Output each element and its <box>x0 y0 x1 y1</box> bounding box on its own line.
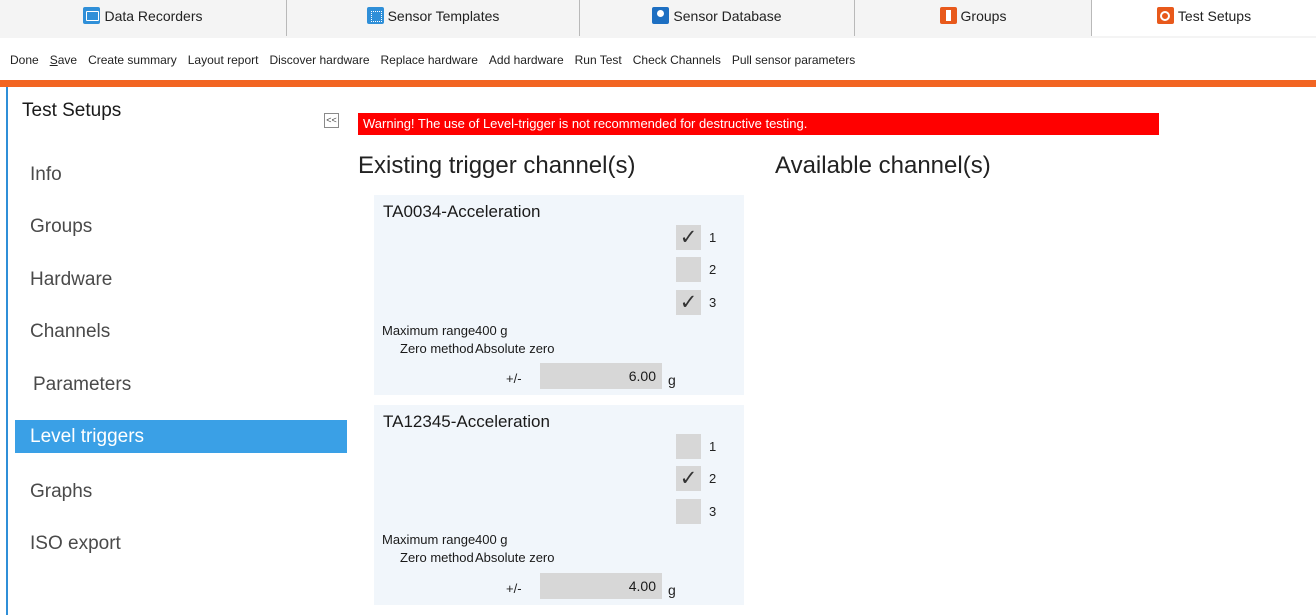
trigger-card: TA12345-Acceleration ✓ 1 ✓ 2 ✓ 3 Maximum… <box>374 405 744 605</box>
sidebar-item-groups[interactable]: Groups <box>15 210 347 243</box>
channel-number: 3 <box>709 295 717 310</box>
groups-icon <box>939 7 957 24</box>
data-recorders-icon <box>83 7 101 24</box>
channel-checkbox[interactable]: ✓ <box>676 290 701 315</box>
tab-sensor-templates[interactable]: Sensor Templates <box>287 0 580 36</box>
channel-number: 3 <box>709 504 717 519</box>
sensor-templates-icon <box>366 7 384 24</box>
threshold-unit: g <box>668 582 676 598</box>
max-range-value: 400 g <box>475 323 508 338</box>
sidebar-item-info[interactable]: Info <box>15 158 347 191</box>
trigger-card: TA0034-Acceleration ✓ 1 ✓ 2 ✓ 3 Maximum … <box>374 195 744 395</box>
channel-checkbox[interactable]: ✓ <box>676 225 701 250</box>
discover-hardware-button[interactable]: Discover hardware <box>269 53 369 67</box>
sidebar-title: Test Setups <box>22 100 122 121</box>
channel-row: ✓ 1 <box>676 434 716 459</box>
tab-label: Test Setups <box>1177 8 1252 24</box>
tab-groups[interactable]: Groups <box>855 0 1092 36</box>
accent-bar <box>0 80 1316 87</box>
add-hardware-button[interactable]: Add hardware <box>489 53 564 67</box>
sidebar-item-hardware[interactable]: Hardware <box>15 263 347 296</box>
pull-sensor-parameters-button[interactable]: Pull sensor parameters <box>732 53 855 67</box>
tab-label: Sensor Database <box>673 8 782 24</box>
channel-checkbox[interactable]: ✓ <box>676 434 701 459</box>
sensor-database-icon <box>652 7 670 24</box>
channel-row: ✓ 2 <box>676 257 716 282</box>
window-frame-edge <box>6 87 8 615</box>
sidebar-item-channels[interactable]: Channels <box>15 315 347 348</box>
run-test-button[interactable]: Run Test <box>575 53 622 67</box>
sensor-title: TA12345-Acceleration <box>383 412 550 431</box>
channel-number: 1 <box>709 230 717 245</box>
tab-label: Sensor Templates <box>387 8 500 24</box>
channel-row: ✓ 2 <box>676 466 716 491</box>
tab-sensor-database[interactable]: Sensor Database <box>580 0 855 36</box>
tab-label: Data Recorders <box>104 8 203 24</box>
max-range-label: Maximum range <box>382 532 476 547</box>
tab-bar: Data Recorders Sensor Templates Sensor D… <box>0 0 1316 38</box>
tab-data-recorders[interactable]: Data Recorders <box>0 0 287 36</box>
channel-row: ✓ 3 <box>676 499 716 524</box>
zero-method-label: Zero method <box>400 341 474 356</box>
channel-checkbox[interactable]: ✓ <box>676 499 701 524</box>
sensor-title: TA0034-Acceleration <box>383 202 541 221</box>
save-label-rest: ave <box>57 53 78 67</box>
tab-label: Groups <box>960 8 1007 24</box>
existing-trigger-channels-heading: Existing trigger channel(s) <box>358 152 636 179</box>
test-setups-icon <box>1156 7 1174 24</box>
tab-test-setups[interactable]: Test Setups <box>1092 0 1316 36</box>
threshold-input[interactable]: 6.00 <box>540 363 662 389</box>
check-channels-button[interactable]: Check Channels <box>633 53 721 67</box>
channel-number: 2 <box>709 471 717 486</box>
max-range-label: Maximum range <box>382 323 476 338</box>
channel-row: ✓ 3 <box>676 290 716 315</box>
plus-minus-label: +/- <box>506 371 522 386</box>
warning-banner: Warning! The use of Level-trigger is not… <box>358 113 1159 135</box>
threshold-input[interactable]: 4.00 <box>540 573 662 599</box>
replace-hardware-button[interactable]: Replace hardware <box>381 53 478 67</box>
max-range-value: 400 g <box>475 532 508 547</box>
channel-checkbox[interactable]: ✓ <box>676 466 701 491</box>
sidebar-item-parameters[interactable]: Parameters <box>15 368 347 401</box>
save-button[interactable]: Save <box>50 53 77 67</box>
sidebar-item-graphs[interactable]: Graphs <box>15 475 347 508</box>
zero-method-value: Absolute zero <box>475 550 555 565</box>
zero-method-label: Zero method <box>400 550 474 565</box>
channel-number: 1 <box>709 439 717 454</box>
zero-method-value: Absolute zero <box>475 341 555 356</box>
channel-row: ✓ 1 <box>676 225 716 250</box>
check-icon: ✓ <box>679 291 698 314</box>
check-icon: ✓ <box>679 226 698 249</box>
channel-number: 2 <box>709 262 717 277</box>
channel-checkbox[interactable]: ✓ <box>676 257 701 282</box>
check-icon: ✓ <box>679 467 698 490</box>
sidebar-item-iso-export[interactable]: ISO export <box>15 527 347 560</box>
available-channels-heading: Available channel(s) <box>775 152 991 179</box>
save-accelerator: S <box>49 53 58 67</box>
toolbar: Done Save Create summary Layout report D… <box>0 46 1316 74</box>
layout-report-button[interactable]: Layout report <box>188 53 259 67</box>
done-button[interactable]: Done <box>10 53 39 67</box>
plus-minus-label: +/- <box>506 581 522 596</box>
create-summary-button[interactable]: Create summary <box>88 53 177 67</box>
sidebar-item-level-triggers[interactable]: Level triggers <box>15 420 347 453</box>
threshold-unit: g <box>668 372 676 388</box>
collapse-sidebar-button[interactable]: << <box>324 113 339 128</box>
